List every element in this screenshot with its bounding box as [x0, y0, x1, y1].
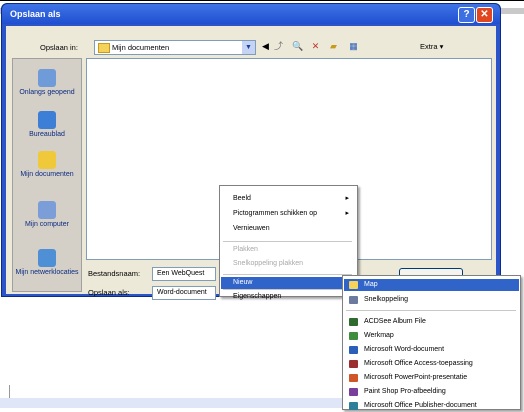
menu-item-label: Snelkoppeling [364, 296, 408, 303]
folder-icon [98, 43, 110, 53]
context-menu-item[interactable]: Nieuw▸ [221, 277, 356, 289]
word-icon [349, 346, 358, 354]
help-icon: ? [463, 9, 470, 20]
help-button[interactable]: ? [458, 7, 475, 23]
save-in-label: Opslaan in: [40, 43, 78, 52]
menu-separator [223, 274, 352, 275]
place-label: Onlangs geopend [19, 89, 75, 96]
views-icon[interactable]: ▦ [348, 41, 359, 52]
context-menu-item[interactable]: Eigenschappen [221, 291, 356, 303]
filetype-value: Word-document [157, 289, 207, 296]
save-in-value: Mijn documenten [112, 43, 170, 52]
place-label: Bureaublad [29, 131, 65, 138]
new-folder-icon[interactable]: ▰ [328, 41, 339, 52]
delete-icon[interactable]: ✕ [310, 41, 321, 52]
menu-item-label: Microsoft Office Access-toepassing [364, 360, 473, 367]
place-recent[interactable]: Onlangs geopend [13, 69, 81, 96]
place-label: Mijn documenten [20, 171, 74, 178]
window-title: Opslaan als [10, 9, 61, 19]
context-menu: Beeld ▸ Pictogrammen schikken op ▸ Vernieuwe… [219, 185, 358, 300]
menu-separator [346, 310, 516, 311]
powerpoint-icon [349, 374, 358, 382]
submenu-arrow-icon: ▸ [345, 195, 349, 202]
filename-value: Een WebQuest [157, 270, 205, 277]
filetype-select[interactable]: Word-document [152, 286, 216, 300]
filename-label: Bestandsnaam: [88, 269, 141, 278]
menu-item-label: Snelkoppeling plakken [233, 260, 304, 267]
menu-item-label: Werkmap [364, 332, 394, 339]
new-submenu-item[interactable]: Paint Shop Pro-afbeelding [344, 386, 519, 398]
new-submenu-item[interactable]: Microsoft Office Publisher-document [344, 400, 519, 412]
filename-input[interactable]: Een WebQuest [152, 267, 216, 281]
place-computer[interactable]: Mijn computer [13, 201, 81, 228]
new-submenu-item[interactable]: Werkmap [344, 330, 519, 342]
new-submenu-item[interactable]: Microsoft Office Access-toepassing [344, 358, 519, 370]
excel-icon [349, 332, 358, 340]
menu-item-label: Microsoft PowerPoint-presentatie [364, 374, 468, 381]
menu-item-label: Pictogrammen schikken op [233, 210, 318, 217]
extra-menu-button[interactable]: Extra ▾ [420, 42, 443, 51]
menu-item-label: Paint Shop Pro-afbeelding [364, 388, 446, 395]
close-icon: ✕ [480, 9, 489, 20]
menu-item-label: ACDSee Album File [364, 318, 426, 325]
menu-item-label: Map [364, 281, 378, 288]
new-submenu-item[interactable]: Map [344, 279, 519, 291]
title-bar[interactable]: Opslaan als ? ✕ [2, 4, 500, 24]
desktop-icon [38, 111, 56, 129]
place-network[interactable]: Mijn netwerklocaties [13, 249, 81, 276]
context-menu-item[interactable]: Vernieuwen [221, 223, 356, 235]
place-desktop[interactable]: Bureaublad [13, 111, 81, 138]
folder-icon [349, 281, 358, 289]
places-bar: Onlangs geopend Bureaublad Mijn documenten… [12, 58, 82, 292]
up-folder-icon[interactable]: ⤴ [273, 41, 284, 52]
search-web-icon[interactable]: 🔍 [292, 41, 303, 52]
place-label: Mijn netwerklocaties [15, 269, 79, 276]
filetype-label: Opslaan als: [88, 288, 130, 297]
menu-item-label: Beeld [233, 195, 251, 202]
close-button[interactable]: ✕ [476, 7, 493, 23]
menu-item-label: Eigenschappen [233, 293, 282, 300]
new-submenu-item[interactable]: ACDSee Album File [344, 316, 519, 328]
shortcut-icon [349, 296, 358, 304]
submenu-arrow-icon: ▸ [345, 210, 349, 217]
context-menu-item[interactable]: Snelkoppeling plakken [221, 258, 356, 270]
network-icon [38, 249, 56, 267]
menu-item-label: Plakken [233, 246, 258, 253]
extra-label: Extra [420, 42, 438, 51]
chevron-down-icon[interactable]: ▼ [242, 41, 255, 54]
place-label: Mijn computer [25, 221, 69, 228]
background-edge [9, 385, 10, 399]
menu-item-label: Microsoft Word-document [364, 346, 445, 353]
new-submenu: Map Snelkoppeling ACDSee Album File Werkmap… [342, 275, 521, 410]
acdsee-icon [349, 318, 358, 326]
new-submenu-item[interactable]: Snelkoppeling [344, 294, 519, 306]
publisher-icon [349, 402, 358, 410]
menu-separator [223, 241, 352, 242]
place-documents-folder[interactable]: Mijn documenten [13, 151, 81, 178]
menu-item-label: Vernieuwen [233, 225, 270, 232]
new-submenu-item[interactable]: Microsoft Word-document [344, 344, 519, 356]
computer-icon [38, 201, 56, 219]
context-menu-item[interactable]: Beeld ▸ [221, 193, 356, 205]
save-in-combo[interactable]: Mijn documenten ▼ [94, 40, 256, 55]
context-menu-item[interactable]: Plakken [221, 244, 356, 256]
context-menu-item[interactable]: Pictogrammen schikken op ▸ [221, 208, 356, 220]
back-icon[interactable]: ◀ [260, 41, 271, 52]
background-taskbar-strip [0, 398, 342, 408]
menu-separator [223, 289, 352, 290]
menu-item-label: Nieuw [233, 279, 253, 286]
new-submenu-item[interactable]: Microsoft PowerPoint-presentatie [344, 372, 519, 384]
top-border-line [0, 0, 524, 1]
access-icon [349, 360, 358, 368]
recent-icon [38, 69, 56, 87]
documents-folder-icon [38, 151, 56, 169]
paintshop-icon [349, 388, 358, 396]
